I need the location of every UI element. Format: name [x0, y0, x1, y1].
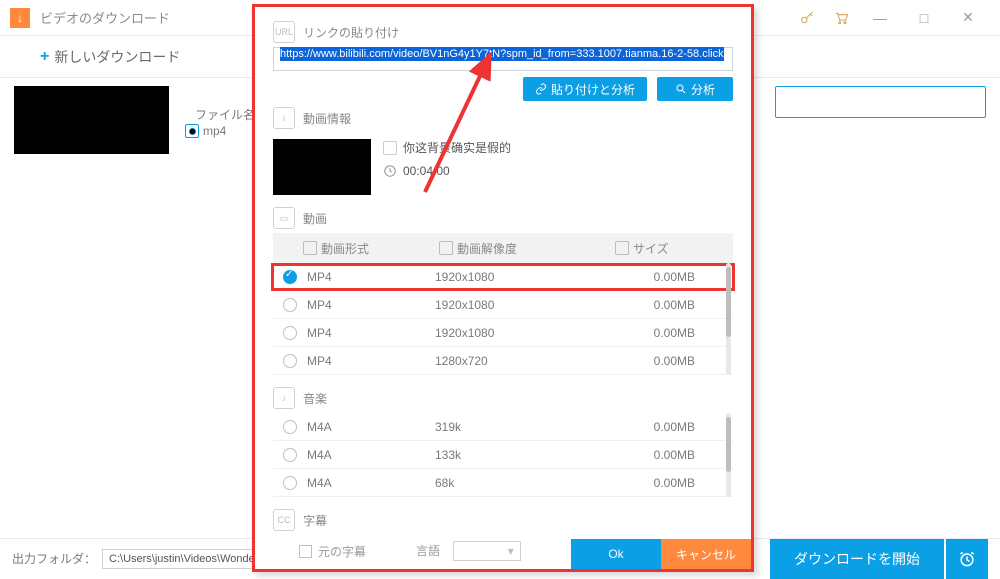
radio[interactable]	[283, 326, 297, 340]
video-thumbnail	[273, 139, 371, 195]
app-title: ビデオのダウンロード	[40, 8, 170, 27]
cell-format: MP4	[307, 298, 435, 312]
video-duration: 00:04:00	[403, 164, 450, 178]
url-text: https://www.bilibili.com/video/BV1nG4y1Y…	[280, 47, 724, 61]
cell-size: 0.00MB	[605, 270, 695, 284]
ok-button[interactable]: Ok	[571, 539, 661, 569]
paste-url-dialog: URL リンクの貼り付け https://www.bilibili.com/vi…	[252, 4, 754, 572]
audio-rows: M4A 319k 0.00MB M4A 133k 0.00MB M4A 68k …	[273, 413, 733, 497]
paste-analyze-label: 貼り付けと分析	[551, 81, 635, 98]
cell-format: MP4	[307, 326, 435, 340]
cc-icon: CC	[273, 509, 295, 531]
cell-format: MP4	[307, 354, 435, 368]
close-button[interactable]: ✕	[946, 0, 990, 36]
radio[interactable]	[283, 298, 297, 312]
bg-thumbnail	[14, 86, 169, 154]
cell-res: 319k	[435, 420, 605, 434]
scrollbar-thumb[interactable]	[726, 417, 731, 472]
info-icon: i	[273, 107, 295, 129]
cell-size: 0.00MB	[605, 326, 695, 340]
format-text: mp4	[203, 124, 226, 138]
table-row[interactable]: MP4 1920x1080 0.00MB	[273, 291, 733, 319]
cell-res: 1280x720	[435, 354, 605, 368]
file-icon	[383, 141, 397, 155]
table-row[interactable]: M4A 68k 0.00MB	[273, 469, 733, 497]
url-input[interactable]: https://www.bilibili.com/video/BV1nG4y1Y…	[273, 47, 733, 71]
audio-section-label: 音楽	[303, 390, 327, 407]
analyze-label: 分析	[691, 81, 715, 98]
format-icon	[185, 124, 199, 138]
video-rows: MP4 1920x1080 0.00MB MP4 1920x1080 0.00M…	[273, 263, 733, 375]
start-download-button[interactable]: ダウンロードを開始	[770, 539, 944, 579]
subs-section-header: CC 字幕	[273, 509, 733, 531]
th-res: 動画解像度	[457, 240, 517, 257]
cell-res: 133k	[435, 448, 605, 462]
radio[interactable]	[283, 354, 297, 368]
cell-size: 0.00MB	[605, 420, 695, 434]
cancel-button[interactable]: キャンセル	[661, 539, 751, 569]
cell-size: 0.00MB	[605, 354, 695, 368]
radio[interactable]	[283, 448, 297, 462]
maximize-button[interactable]: □	[902, 0, 946, 36]
cell-size: 0.00MB	[605, 448, 695, 462]
right-outline-box	[775, 86, 986, 118]
app-logo: ↓	[10, 8, 30, 28]
audio-scrollbar[interactable]	[726, 413, 731, 497]
cell-size: 0.00MB	[605, 298, 695, 312]
cell-format: M4A	[307, 448, 435, 462]
paste-analyze-button[interactable]: 貼り付けと分析	[523, 77, 647, 101]
paste-header-label: リンクの貼り付け	[303, 24, 399, 41]
video-section-label: 動画	[303, 210, 327, 227]
analyze-button[interactable]: 分析	[657, 77, 733, 101]
th-format-icon	[303, 241, 317, 255]
video-title: 你这背景确实是假的	[403, 139, 511, 156]
cell-res: 1920x1080	[435, 298, 605, 312]
clock-icon	[383, 164, 397, 178]
th-size-icon	[615, 241, 629, 255]
video-info-label: 動画情報	[303, 110, 351, 127]
video-info-header: i 動画情報	[273, 107, 733, 129]
new-download-button[interactable]: 新しいダウンロード	[54, 47, 180, 67]
minimize-button[interactable]: —	[858, 0, 902, 36]
cell-size: 0.00MB	[605, 476, 695, 490]
table-row[interactable]: M4A 133k 0.00MB	[273, 441, 733, 469]
format-row: mp4	[185, 124, 226, 138]
key-icon[interactable]	[790, 6, 824, 30]
paste-header-row: URL リンクの貼り付け	[273, 21, 733, 43]
cell-res: 68k	[435, 476, 605, 490]
table-row[interactable]: M4A 319k 0.00MB	[273, 413, 733, 441]
cart-icon[interactable]	[824, 6, 858, 30]
table-row[interactable]: MP4 1920x1080 0.00MB	[273, 319, 733, 347]
video-section-header: ▭ 動画	[273, 207, 733, 229]
radio[interactable]	[283, 420, 297, 434]
th-res-icon	[439, 241, 453, 255]
radio[interactable]	[283, 270, 297, 284]
subs-section-label: 字幕	[303, 512, 327, 529]
music-icon: ♪	[273, 387, 295, 409]
url-icon: URL	[273, 21, 295, 43]
video-table-header: 動画形式 動画解像度 サイズ	[273, 233, 733, 263]
radio[interactable]	[283, 476, 297, 490]
filename-label: ファイル名	[185, 106, 255, 123]
cell-res: 1920x1080	[435, 270, 605, 284]
video-icon: ▭	[273, 207, 295, 229]
cell-format: M4A	[307, 476, 435, 490]
output-folder-label: 出力フォルダ：	[12, 550, 96, 567]
th-format: 動画形式	[321, 240, 369, 257]
dialog-buttons: Ok キャンセル	[255, 539, 751, 569]
schedule-button[interactable]	[946, 539, 988, 579]
table-row[interactable]: MP4 1920x1080 0.00MB	[273, 263, 733, 291]
plus-icon: +	[40, 48, 49, 66]
cell-format: M4A	[307, 420, 435, 434]
th-size: サイズ	[633, 240, 669, 257]
cell-res: 1920x1080	[435, 326, 605, 340]
video-scrollbar[interactable]	[726, 263, 731, 375]
scrollbar-thumb[interactable]	[726, 267, 731, 337]
table-row[interactable]: MP4 1280x720 0.00MB	[273, 347, 733, 375]
audio-section-header: ♪ 音楽	[273, 387, 733, 409]
cell-format: MP4	[307, 270, 435, 284]
